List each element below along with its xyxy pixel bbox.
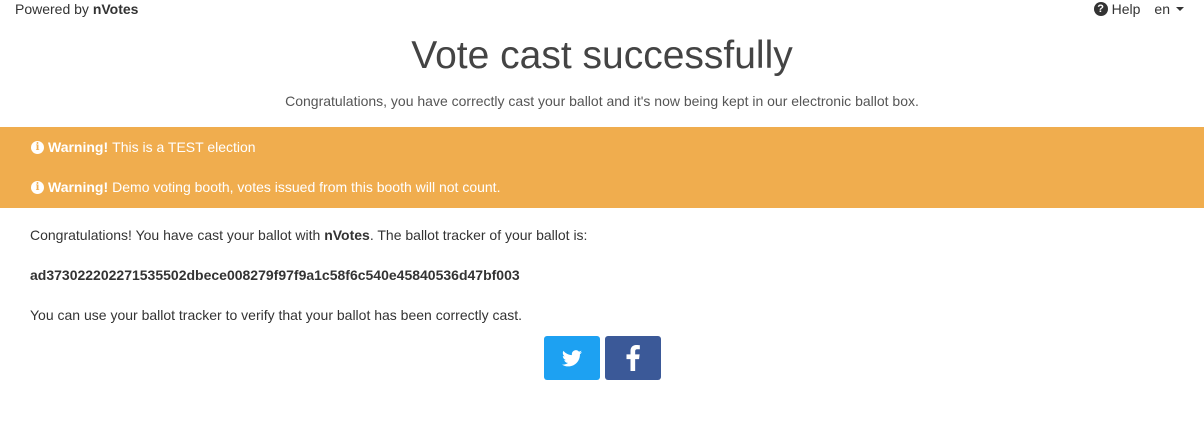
- warning-strong: Warning!: [48, 139, 109, 155]
- language-dropdown[interactable]: en: [1154, 1, 1184, 17]
- congrats-suffix: . The ballot tracker of your ballot is:: [369, 227, 588, 243]
- congrats-brand: nVotes: [324, 227, 370, 243]
- main-content: Congratulations! You have cast your ball…: [0, 226, 1204, 324]
- page-title: Vote cast successfully: [411, 34, 793, 77]
- share-buttons: [0, 336, 1204, 380]
- warning-text: This is a TEST election: [112, 139, 256, 155]
- question-circle-icon: ?: [1093, 2, 1108, 16]
- page-subtitle: Congratulations, you have correctly cast…: [285, 93, 919, 109]
- powered-by-label: Powered by: [15, 1, 89, 17]
- warning-test-election: i Warning! This is a TEST election: [31, 139, 256, 155]
- warning-banner: i Warning! This is a TEST election i War…: [0, 127, 1204, 208]
- twitter-icon: [561, 349, 582, 366]
- info-circle-icon: i: [31, 140, 44, 154]
- ballot-tracker: ad373022202271535502dbece008279f97f9a1c5…: [30, 267, 520, 283]
- warning-demo-booth: i Warning! Demo voting booth, votes issu…: [31, 179, 500, 195]
- caret-down-icon: [1176, 7, 1184, 11]
- help-label: Help: [1111, 1, 1141, 17]
- warning-strong: Warning!: [48, 179, 109, 195]
- help-link[interactable]: ? Help: [1093, 1, 1141, 17]
- top-right-menu: ? Help en: [1093, 1, 1184, 17]
- powered-by-brand[interactable]: nVotes: [93, 1, 139, 17]
- top-bar: Powered by nVotes ? Help en: [0, 0, 1204, 20]
- congrats-prefix: Congratulations! You have cast your ball…: [30, 227, 321, 243]
- verify-message: You can use your ballot tracker to verif…: [30, 307, 523, 323]
- share-twitter-button[interactable]: [543, 336, 600, 380]
- share-facebook-button[interactable]: [604, 336, 661, 380]
- facebook-icon: [626, 345, 640, 371]
- info-circle-icon: i: [31, 180, 44, 194]
- language-label: en: [1154, 1, 1170, 17]
- warning-text: Demo voting booth, votes issued from thi…: [112, 179, 501, 195]
- congrats-message: Congratulations! You have cast your ball…: [30, 226, 1204, 244]
- powered-by: Powered by nVotes: [15, 1, 138, 17]
